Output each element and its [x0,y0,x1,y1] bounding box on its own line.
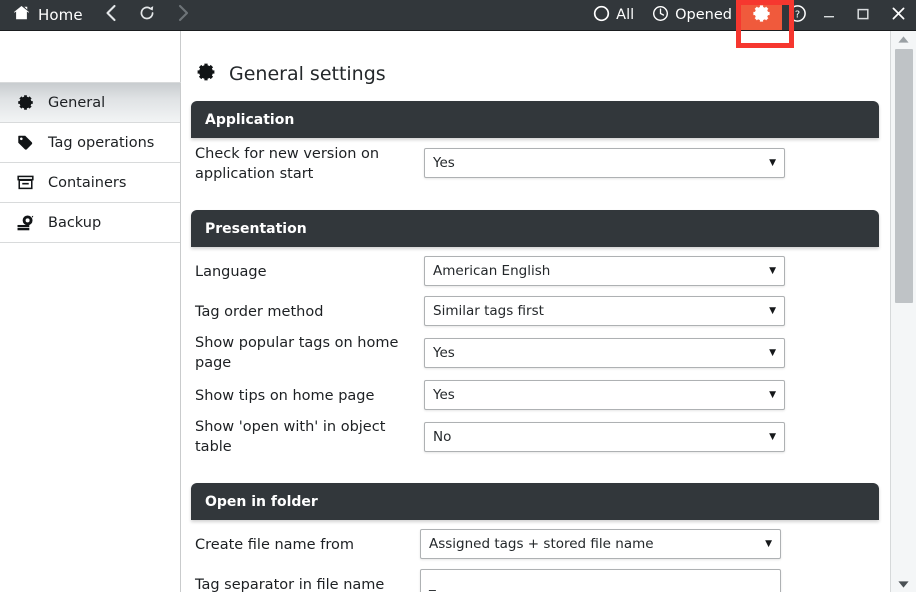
section-header-open-in-folder: Open in folder [191,483,879,520]
settings-sidebar: General Tag operations Containers Backup [0,31,181,592]
minimize-icon [822,6,836,25]
scrollbar-thumb[interactable] [895,49,913,303]
chevron-down-icon: ▼ [769,158,776,168]
close-icon [891,6,906,25]
sidebar-item-label: Tag operations [48,134,155,151]
maximize-icon [856,6,870,25]
clock-icon [652,5,669,26]
home-label: Home [38,6,83,24]
forward-button[interactable] [165,0,201,30]
opened-filter-button[interactable]: Opened [643,0,741,30]
chevron-down-icon: ▼ [769,348,776,358]
maximize-button[interactable] [846,0,880,30]
title-bar: Home All Opened ? [0,0,916,30]
field-label-create-file-name-from: Create file name from [195,537,354,553]
close-button[interactable] [880,0,916,30]
select-language[interactable]: American English ▼ [424,256,785,286]
scroll-down-arrow-icon[interactable] [891,576,916,592]
select-check-new-version[interactable]: Yes ▼ [424,148,785,178]
field-label-language: Language [195,264,267,280]
application-window: Home All Opened ? General Tag operations… [0,0,916,592]
minimize-button[interactable] [812,0,846,30]
back-button[interactable] [93,0,129,30]
field-label-check-new-version: Check for new version on application sta… [195,146,380,182]
tag-icon [14,133,36,152]
sidebar-item-general[interactable]: General [0,83,180,123]
select-value: Yes [433,387,455,403]
select-value: Yes [433,345,455,361]
settings-button[interactable] [741,0,782,30]
select-tag-order-method[interactable]: Similar tags first ▼ [424,296,785,326]
page-title: General settings [229,63,386,85]
chevron-down-icon: ▼ [769,266,776,276]
archive-box-icon [14,173,36,192]
field-label-tag-order-method: Tag order method [195,304,324,320]
sidebar-item-label: Backup [48,214,102,231]
all-filter-button[interactable]: All [584,0,643,30]
help-icon: ? [788,4,807,27]
chevron-right-icon [176,4,190,26]
svg-text:?: ? [794,9,799,20]
refresh-button[interactable] [129,0,165,30]
select-create-file-name-from[interactable]: Assigned tags + stored file name ▼ [420,529,781,559]
chevron-down-icon: ▼ [769,306,776,316]
chevron-down-icon: ▼ [765,539,772,549]
backup-disk-icon [14,213,36,232]
title-bar-right-group: All Opened ? [584,0,916,30]
section-header-application: Application [191,101,879,138]
select-value: Similar tags first [433,303,544,319]
field-label-show-tips: Show tips on home page [195,388,375,404]
field-label-tag-separator: Tag separator in file name [195,577,385,592]
select-show-open-with[interactable]: No ▼ [424,422,785,452]
select-value: American English [433,263,551,279]
settings-content-pane: General settings Application Check for n… [182,31,890,592]
field-label-show-popular-tags: Show popular tags on home page [195,335,399,371]
select-value: No [433,429,452,445]
gear-icon [195,61,217,87]
sidebar-item-tag-operations[interactable]: Tag operations [0,123,180,163]
content-scrollbar[interactable] [890,31,916,592]
chevron-left-icon [104,4,118,26]
select-value: Assigned tags + stored file name [429,536,654,552]
page-title-row: General settings [195,61,386,87]
chevron-down-icon: ▼ [769,432,776,442]
field-label-show-open-with: Show 'open with' in object table [195,419,386,455]
chevron-down-icon: ▼ [769,390,776,400]
window-body: General Tag operations Containers Backup… [0,30,916,592]
opened-label: Opened [675,7,732,23]
select-show-popular-tags[interactable]: Yes ▼ [424,338,785,368]
select-show-tips[interactable]: Yes ▼ [424,380,785,410]
gear-icon [751,3,772,28]
home-button[interactable]: Home [0,0,93,30]
gear-icon [14,93,36,112]
select-value: Yes [433,155,455,171]
title-bar-left-group: Home [0,0,201,30]
refresh-icon [138,4,156,26]
circle-icon [593,5,610,26]
scroll-up-arrow-icon[interactable] [891,31,916,48]
help-button[interactable]: ? [782,0,812,30]
home-icon [12,4,31,26]
sidebar-item-label: General [48,94,106,111]
all-label: All [616,7,635,23]
section-header-presentation: Presentation [191,210,879,247]
input-value: _ [429,576,436,592]
sidebar-item-containers[interactable]: Containers [0,163,180,203]
sidebar-item-label: Containers [48,174,127,191]
input-tag-separator[interactable]: _ [420,569,781,592]
sidebar-item-backup[interactable]: Backup [0,203,180,243]
